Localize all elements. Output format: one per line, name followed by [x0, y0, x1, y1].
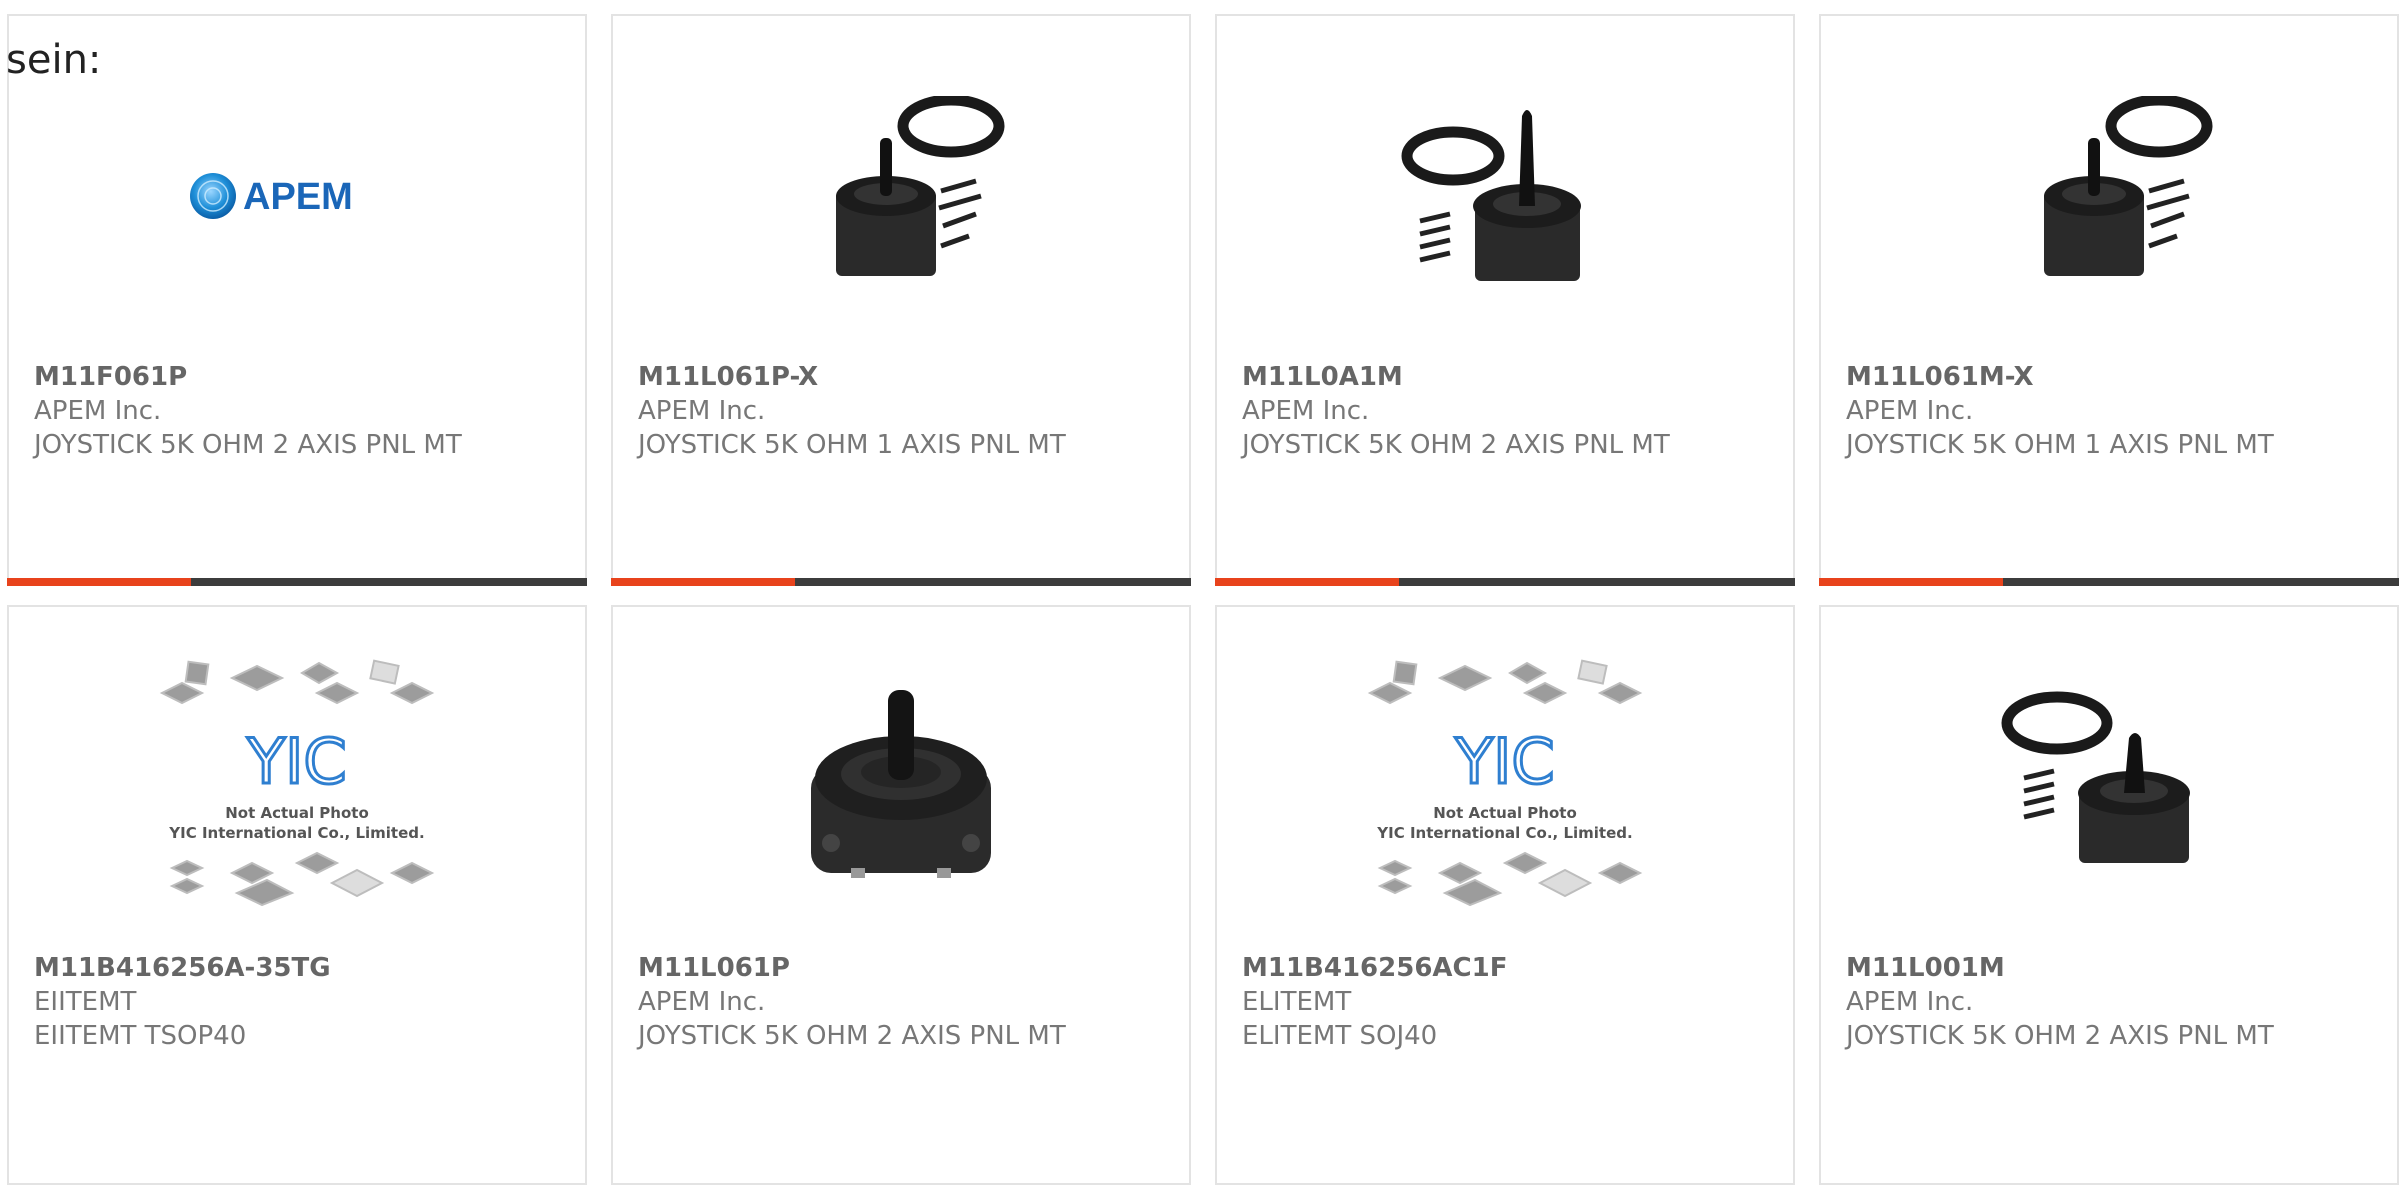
product-card[interactable]: APEM M11F061P APEM Inc. JOYSTICK 5K OHM …: [7, 14, 587, 586]
product-image[interactable]: [1821, 76, 2397, 316]
apem-logo-icon: APEM: [190, 173, 353, 219]
joystick-kit-icon: [1401, 110, 1581, 281]
card-bar-accent: [1819, 578, 2003, 586]
product-card[interactable]: M11L001M APEM Inc. JOYSTICK 5K OHM 2 AXI…: [1819, 605, 2399, 1185]
part-number[interactable]: M11L0A1M: [1242, 360, 1753, 394]
joystick-closeup-icon: [811, 690, 991, 878]
yic-logo-text: YIC: [246, 725, 346, 798]
card-bar: [7, 578, 587, 586]
yic-caption-2: YIC International Co., Limited.: [168, 824, 424, 842]
intro-text: sein:: [6, 37, 102, 83]
product-image[interactable]: YIC Not Actual Photo YIC International C…: [1217, 659, 1793, 907]
description: ELITEMT SOJ40: [1242, 1021, 1438, 1051]
part-number[interactable]: M11L061M-X: [1846, 360, 2357, 394]
manufacturer: APEM Inc.: [1242, 396, 1370, 426]
part-number[interactable]: M11L001M: [1846, 951, 2357, 985]
manufacturer: APEM Inc.: [34, 396, 162, 426]
product-image[interactable]: APEM: [9, 76, 585, 316]
yic-placeholder-icon: YIC Not Actual Photo YIC International C…: [159, 659, 435, 907]
manufacturer: APEM Inc.: [1846, 396, 1974, 426]
card-bar: [1819, 578, 2399, 586]
manufacturer: EIITEMT: [34, 987, 137, 1017]
description: JOYSTICK 5K OHM 2 AXIS PNL MT: [638, 1021, 1066, 1051]
product-card[interactable]: YIC Not Actual Photo YIC International C…: [7, 605, 587, 1185]
product-card[interactable]: YIC Not Actual Photo YIC International C…: [1215, 605, 1795, 1185]
joystick-kit-icon: [836, 96, 1005, 276]
product-card[interactable]: M11L0A1M APEM Inc. JOYSTICK 5K OHM 2 AXI…: [1215, 14, 1795, 586]
description: JOYSTICK 5K OHM 1 AXIS PNL MT: [638, 430, 1066, 460]
product-image[interactable]: YIC Not Actual Photo YIC International C…: [9, 659, 585, 907]
part-number[interactable]: M11F061P: [34, 360, 545, 394]
manufacturer: APEM Inc.: [1846, 987, 1974, 1017]
card-bar-accent: [7, 578, 191, 586]
product-image[interactable]: [1821, 663, 2397, 903]
description: JOYSTICK 5K OHM 1 AXIS PNL MT: [1846, 430, 2274, 460]
manufacturer: APEM Inc.: [638, 396, 766, 426]
manufacturer: APEM Inc.: [638, 987, 766, 1017]
yic-caption-1: Not Actual Photo: [225, 804, 369, 822]
part-number[interactable]: M11B416256AC1F: [1242, 951, 1753, 985]
joystick-kit-icon: [2001, 691, 2190, 863]
yic-caption-1: Not Actual Photo: [1433, 804, 1577, 822]
product-card[interactable]: M11L061P-X APEM Inc. JOYSTICK 5K OHM 1 A…: [611, 14, 1191, 586]
product-image[interactable]: [613, 76, 1189, 316]
joystick-kit-icon: [2044, 96, 2213, 276]
apem-logo-text: APEM: [243, 176, 353, 218]
product-card[interactable]: M11L061P APEM Inc. JOYSTICK 5K OHM 2 AXI…: [611, 605, 1191, 1185]
yic-placeholder-icon: YIC Not Actual Photo YIC International C…: [1367, 659, 1643, 907]
part-number[interactable]: M11L061P: [638, 951, 1149, 985]
manufacturer: ELITEMT: [1242, 987, 1352, 1017]
description: JOYSTICK 5K OHM 2 AXIS PNL MT: [1846, 1021, 2274, 1051]
yic-logo-text: YIC: [1454, 725, 1554, 798]
part-number[interactable]: M11B416256A-35TG: [34, 951, 545, 985]
product-image[interactable]: [1217, 76, 1793, 316]
yic-caption-2: YIC International Co., Limited.: [1376, 824, 1632, 842]
card-bar: [611, 578, 1191, 586]
product-image[interactable]: [613, 663, 1189, 903]
product-card[interactable]: M11L061M-X APEM Inc. JOYSTICK 5K OHM 1 A…: [1819, 14, 2399, 586]
description: JOYSTICK 5K OHM 2 AXIS PNL MT: [34, 430, 462, 460]
description: JOYSTICK 5K OHM 2 AXIS PNL MT: [1242, 430, 1670, 460]
description: EIITEMT TSOP40: [34, 1021, 247, 1051]
card-bar-accent: [611, 578, 795, 586]
card-bar-accent: [1215, 578, 1399, 586]
card-bar: [1215, 578, 1795, 586]
part-number[interactable]: M11L061P-X: [638, 360, 1149, 394]
